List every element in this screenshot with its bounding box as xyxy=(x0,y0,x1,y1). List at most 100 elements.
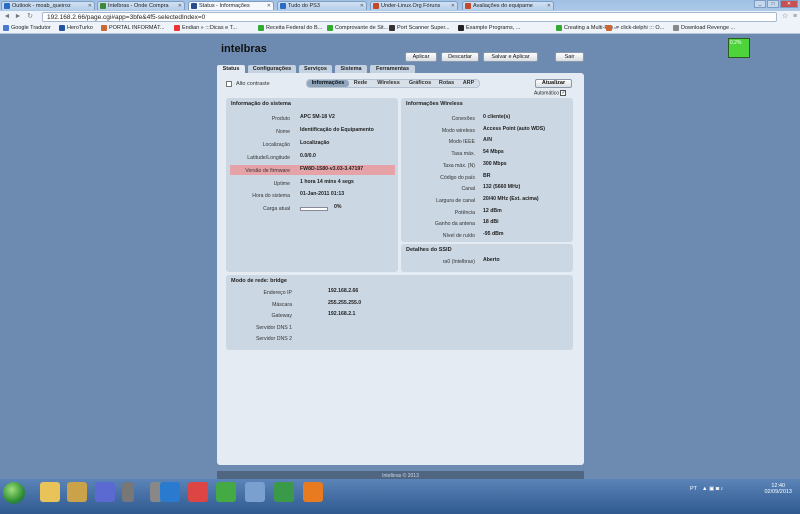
bookmark-label: Endian » :::Dicas e T... xyxy=(182,25,237,31)
high-contrast-checkbox[interactable] xyxy=(226,81,232,87)
close-tab-icon[interactable]: ✕ xyxy=(178,3,182,9)
browser-tab[interactable]: Intelbras - Onde Compra ✕ xyxy=(97,1,185,10)
bookmark-label: -= click-delphi ::: O... xyxy=(614,25,665,31)
bookmark-label: HeroTurko xyxy=(67,25,93,31)
bookmark-icon xyxy=(458,25,464,31)
forward-icon[interactable]: ► xyxy=(14,13,22,21)
tab-favicon-icon xyxy=(465,3,471,9)
info-row: Carga atual xyxy=(226,204,290,214)
save-apply-button[interactable]: Salvar e Aplicar xyxy=(483,52,538,62)
close-tab-icon[interactable]: ✕ xyxy=(547,3,551,9)
info-label: Servidor DNS 1 xyxy=(255,324,292,331)
bookmark-icon xyxy=(327,25,333,31)
star-icon[interactable]: ☆ xyxy=(781,13,789,21)
browser-tab[interactable]: Outlook - moab_queiroz ✕ xyxy=(1,1,95,10)
bookmark-item[interactable]: Download Revenge ... xyxy=(673,25,735,31)
taskbar-tool-icon[interactable] xyxy=(216,482,236,502)
taskbar-explorer-icon[interactable] xyxy=(40,482,60,502)
address-bar[interactable]: 192.168.2.66/page.cgi#app=3bfe&4f5-selec… xyxy=(42,12,777,22)
page-content: intelbras Aplicar Descartar Salvar e Apl… xyxy=(0,34,800,481)
close-tab-icon[interactable]: ✕ xyxy=(360,3,364,9)
info-label: Versão de firmware xyxy=(245,167,290,174)
system-info-title: Informação do sistema xyxy=(231,101,291,107)
close-tab-icon[interactable]: ✕ xyxy=(451,3,455,9)
bookmark-label: Google Tradutor xyxy=(11,25,51,31)
subtab-rede[interactable]: Rede xyxy=(349,80,372,87)
info-row: Taxa máx. (N) xyxy=(401,161,475,171)
bookmark-label: Example Programs, ... xyxy=(466,25,521,31)
tab-ferramentas[interactable]: Ferramentas xyxy=(370,65,415,73)
refresh-button[interactable]: Atualizar xyxy=(535,79,572,88)
status-panel: Alto contraste Informações Rede Wireless… xyxy=(217,73,584,465)
signal-value: 0.2% xyxy=(730,40,742,46)
taskbar-network-icon[interactable] xyxy=(122,482,134,502)
info-value: 54 Mbps xyxy=(483,149,504,156)
close-tab-icon[interactable]: ✕ xyxy=(267,3,271,9)
ssid-title: Detalhes do SSID xyxy=(406,247,452,253)
info-value: 255.255.255.0 xyxy=(328,299,362,306)
bookmark-item[interactable]: Endian » :::Dicas e T... xyxy=(174,25,237,31)
clock[interactable]: 12:40 02/09/2013 xyxy=(764,483,792,495)
tab-servicos[interactable]: Serviços xyxy=(299,65,332,73)
bookmark-item[interactable]: Port Scanner Super... xyxy=(389,25,450,31)
taskbar-media-icon[interactable] xyxy=(95,482,115,502)
browser-tab[interactable]: Avaliações do equipame ✕ xyxy=(462,1,554,10)
taskbar-net-icon[interactable] xyxy=(274,482,294,502)
reload-icon[interactable]: ↻ xyxy=(26,13,34,21)
info-value: 18 dBi xyxy=(483,219,499,226)
info-value: FW8D-1580-v3.03-3.47197 xyxy=(300,165,364,172)
info-row: Nível de ruído xyxy=(401,231,475,241)
subtab-arp[interactable]: ARP xyxy=(458,80,479,87)
info-value: Aberto xyxy=(483,257,500,263)
bookmark-item[interactable]: -= click-delphi ::: O... xyxy=(606,25,664,31)
bookmark-item[interactable]: Example Programs, ... xyxy=(458,25,520,31)
info-value: BR xyxy=(483,172,491,179)
subtab-rotas[interactable]: Rotas xyxy=(435,80,458,87)
tray-icons[interactable]: ▲ ▣ ◙ ♪ xyxy=(702,486,723,492)
bookmark-item[interactable]: Comprovante de Sit... xyxy=(327,25,388,31)
bookmark-item[interactable]: Google Tradutor xyxy=(3,25,51,31)
info-row: Nome xyxy=(226,127,290,137)
taskbar-folder2-icon[interactable] xyxy=(67,482,87,502)
subtab-informacoes[interactable]: Informações xyxy=(307,80,349,87)
discard-button[interactable]: Descartar xyxy=(441,52,479,62)
subtab-graficos[interactable]: Gráficos xyxy=(405,80,435,87)
browser-tab[interactable]: Tudo do PS3 ✕ xyxy=(277,1,367,10)
taskbar-chrome-icon[interactable] xyxy=(188,482,208,502)
bookmark-item[interactable]: PORTAL INFORMÁT... xyxy=(101,25,165,31)
minimize-button[interactable]: _ xyxy=(754,0,766,8)
info-label: Nível de ruído xyxy=(442,233,475,239)
taskbar: PT ▲ ▣ ◙ ♪ 12:40 02/09/2013 xyxy=(0,479,800,514)
back-icon[interactable]: ◄ xyxy=(3,13,11,21)
close-window-button[interactable]: ✕ xyxy=(780,0,798,8)
tab-status[interactable]: Status xyxy=(217,65,245,73)
menu-icon[interactable]: ≡ xyxy=(791,13,799,21)
tab-configuracoes[interactable]: Configurações xyxy=(248,65,296,73)
info-row: Servidor DNS 2 xyxy=(226,334,292,344)
taskbar-box-icon[interactable] xyxy=(245,482,265,502)
taskbar-ie-icon[interactable] xyxy=(160,482,180,502)
logout-button[interactable]: Sair xyxy=(555,52,584,62)
taskbar-app-icon[interactable] xyxy=(303,482,323,502)
browser-tab[interactable]: Under-Linux.Org Fóruns ✕ xyxy=(370,1,458,10)
bookmarks-bar: Google Tradutor HeroTurko PORTAL INFORMÁT.… xyxy=(0,23,800,34)
info-label: Máscara xyxy=(272,301,292,308)
language-indicator[interactable]: PT xyxy=(690,486,697,492)
info-row: Largura de canal xyxy=(401,196,475,206)
apply-button[interactable]: Aplicar xyxy=(405,52,437,62)
browser-tab[interactable]: Status - Informações ✕ xyxy=(188,1,274,10)
tab-favicon-icon xyxy=(280,3,286,9)
close-tab-icon[interactable]: ✕ xyxy=(88,3,92,9)
tab-sistema[interactable]: Sistema xyxy=(335,65,367,73)
bookmark-item[interactable]: HeroTurko xyxy=(59,25,93,31)
maximize-button[interactable]: □ xyxy=(767,0,779,8)
info-row: Gateway xyxy=(226,311,292,321)
subtab-wireless[interactable]: Wireless xyxy=(372,80,405,87)
tab-title: Tudo do PS3 xyxy=(288,3,320,9)
bookmark-item[interactable]: Receita Federal do B... xyxy=(258,25,322,31)
automatic-checkbox[interactable]: ✓ xyxy=(560,90,567,96)
info-label: Modo wireless xyxy=(441,127,475,134)
info-value: 192.168.2.1 xyxy=(328,311,356,317)
info-row: Localização xyxy=(226,140,290,150)
start-button[interactable] xyxy=(3,482,25,504)
